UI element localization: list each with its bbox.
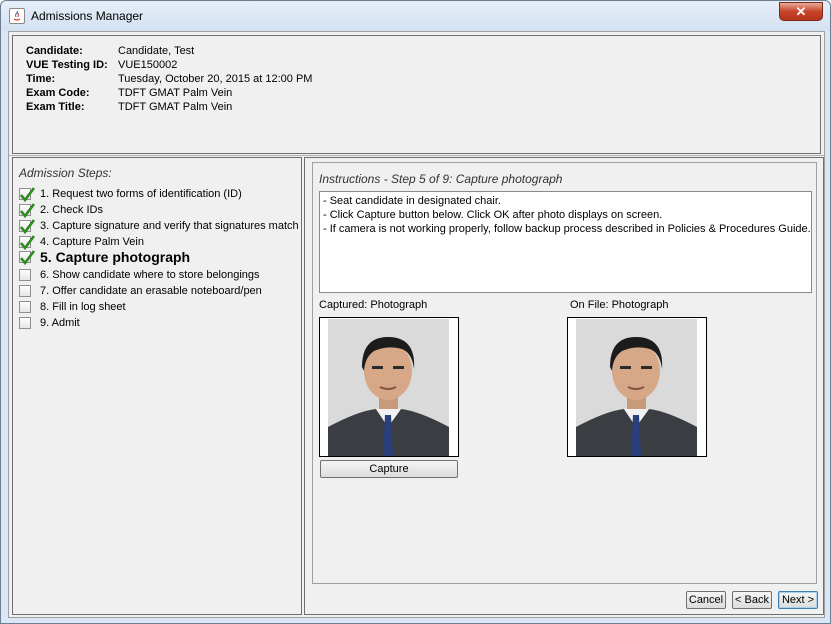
java-app-icon bbox=[9, 8, 25, 24]
step-checkbox bbox=[19, 203, 35, 219]
step-label: 9. Admit bbox=[40, 317, 80, 329]
instructions-text-box: - Seat candidate in designated chair. - … bbox=[319, 191, 812, 293]
step-checkbox bbox=[19, 301, 31, 313]
title-bar[interactable]: Admissions Manager ✕ bbox=[1, 1, 830, 31]
checkmark-icon bbox=[19, 250, 35, 266]
info-value: VUE150002 bbox=[118, 59, 178, 71]
captured-photo-frame bbox=[319, 317, 459, 457]
step-label: 6. Show candidate where to store belongi… bbox=[40, 269, 260, 281]
step-label: 3. Capture signature and verify that sig… bbox=[40, 220, 299, 232]
captured-photo-caption: Captured: Photograph bbox=[319, 299, 428, 311]
next-button[interactable]: Next > bbox=[778, 591, 818, 609]
on-file-photo bbox=[576, 319, 697, 456]
step-label: 8. Fill in log sheet bbox=[40, 301, 126, 313]
instructions-frame: Instructions - Step 5 of 9: Capture phot… bbox=[312, 162, 817, 584]
info-label: Exam Title: bbox=[26, 101, 85, 113]
step-label: 5. Capture photograph bbox=[40, 249, 191, 265]
instruction-line: - Seat candidate in designated chair. bbox=[323, 195, 501, 207]
cancel-button[interactable]: Cancel bbox=[686, 591, 726, 609]
step-label: 7. Offer candidate an erasable noteboard… bbox=[40, 285, 262, 297]
info-value: Candidate, Test bbox=[118, 45, 195, 57]
captured-photo bbox=[328, 319, 449, 456]
close-button[interactable]: ✕ bbox=[779, 2, 823, 21]
checkmark-icon bbox=[19, 187, 35, 203]
checkmark-icon bbox=[19, 219, 35, 235]
on-file-photo-frame bbox=[567, 317, 707, 457]
admission-steps-panel: Admission Steps: 1. Request two forms of… bbox=[12, 157, 302, 615]
capture-button[interactable]: Capture bbox=[320, 460, 458, 478]
splitter[interactable] bbox=[9, 155, 824, 156]
checkmark-icon bbox=[19, 203, 35, 219]
client-area: Candidate: Candidate, Test VUE Testing I… bbox=[8, 31, 825, 618]
instructions-title: Instructions - Step 5 of 9: Capture phot… bbox=[319, 172, 563, 186]
window-title: Admissions Manager bbox=[31, 9, 144, 23]
step-label: 4. Capture Palm Vein bbox=[40, 236, 144, 248]
step-checkbox bbox=[19, 317, 31, 329]
info-label: Time: bbox=[26, 73, 56, 85]
step-checkbox bbox=[19, 269, 31, 281]
back-button[interactable]: < Back bbox=[732, 591, 772, 609]
step-checkbox bbox=[19, 285, 31, 297]
info-value: TDFT GMAT Palm Vein bbox=[118, 87, 233, 99]
admissions-manager-window: Admissions Manager ✕ Candidate: Candidat… bbox=[0, 0, 831, 624]
info-label: Candidate: bbox=[26, 45, 83, 57]
info-value: TDFT GMAT Palm Vein bbox=[118, 101, 233, 113]
checkmark-icon bbox=[19, 235, 35, 251]
info-label: Exam Code: bbox=[26, 87, 90, 99]
step-checkbox bbox=[19, 187, 35, 203]
candidate-info-panel: Candidate: Candidate, Test VUE Testing I… bbox=[12, 35, 821, 154]
instructions-panel: Instructions - Step 5 of 9: Capture phot… bbox=[304, 157, 824, 615]
step-checkbox bbox=[19, 250, 35, 266]
instruction-line: - Click Capture button below. Click OK a… bbox=[323, 209, 663, 221]
step-checkbox bbox=[19, 219, 35, 235]
info-label: VUE Testing ID: bbox=[26, 59, 108, 71]
step-checkbox bbox=[19, 235, 35, 251]
on-file-photo-caption: On File: Photograph bbox=[570, 299, 669, 311]
info-value: Tuesday, October 20, 2015 at 12:00 PM bbox=[118, 73, 313, 85]
steps-title: Admission Steps: bbox=[19, 166, 112, 180]
step-label: 1. Request two forms of identification (… bbox=[40, 188, 242, 200]
step-label: 2. Check IDs bbox=[40, 204, 103, 216]
instruction-line: - If camera is not working properly, fol… bbox=[323, 223, 811, 235]
